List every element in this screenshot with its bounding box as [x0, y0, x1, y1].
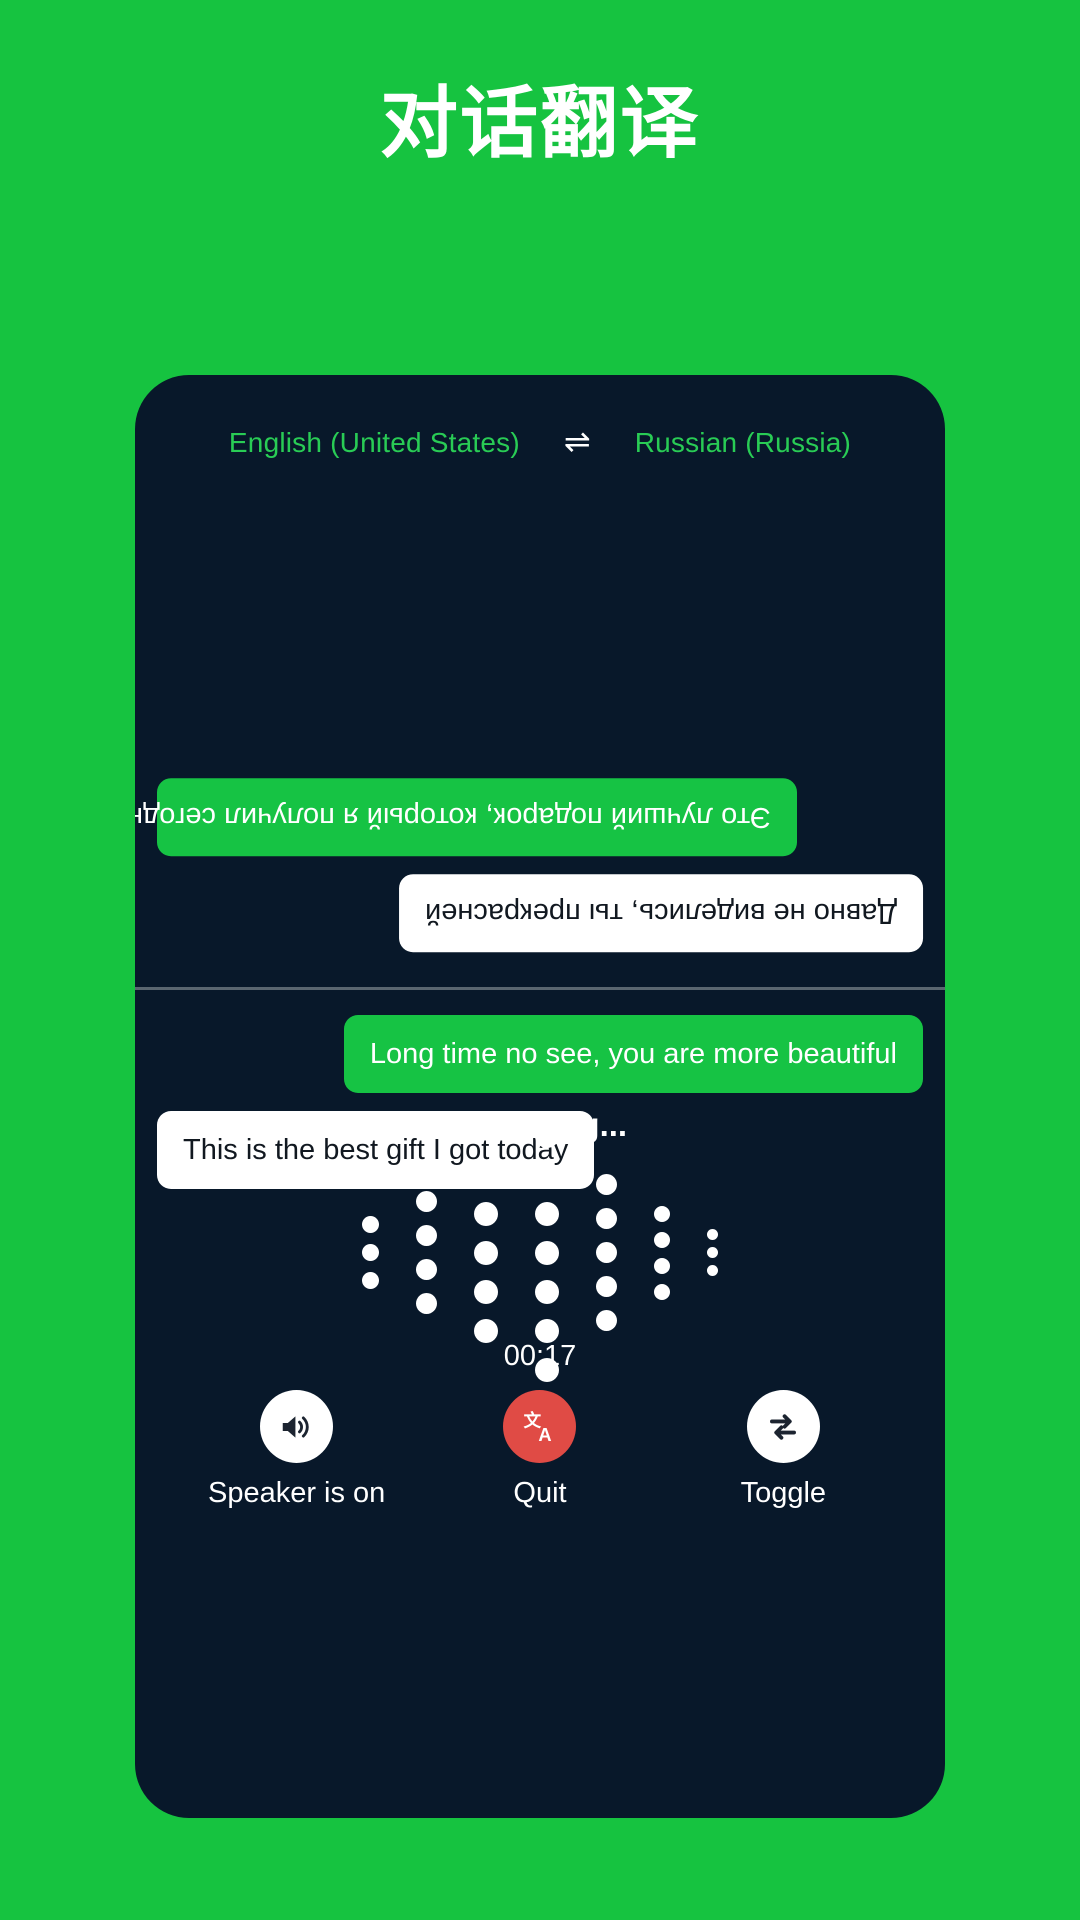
waveform-dot — [416, 1293, 437, 1314]
page-title: 对话翻译 — [379, 79, 700, 169]
waveform-dot — [474, 1279, 498, 1304]
waveform-dot — [362, 1272, 379, 1289]
pane-divider — [135, 987, 945, 990]
waveform-dot — [474, 1318, 498, 1343]
control-bar: Speaker is on 文 A Quit Toggle — [135, 1390, 945, 1510]
conversation-pane-top: Это лучший подарок, который я получил се… — [135, 485, 945, 988]
waveform-dot — [474, 1201, 498, 1226]
phone-frame: English (United States) ⇌ Russian (Russi… — [135, 375, 945, 1818]
toggle-button-label: Toggle — [740, 1477, 827, 1509]
waveform-dot — [707, 1247, 718, 1258]
waveform-dot — [596, 1310, 617, 1331]
speaker-button-circle[interactable] — [260, 1390, 334, 1463]
toggle-button[interactable]: Toggle — [668, 1390, 898, 1510]
waveform-dot — [654, 1283, 670, 1300]
waveform-dot — [654, 1257, 670, 1274]
waveform-dot — [535, 1318, 559, 1343]
waveform-dot — [474, 1240, 498, 1265]
svg-text:A: A — [538, 1424, 551, 1445]
waveform-dot — [596, 1242, 617, 1263]
waveform-column-3 — [474, 1162, 498, 1343]
recording-timer: 00:17 — [503, 1340, 577, 1372]
speaker-on-icon — [278, 1408, 316, 1446]
language-bar: English (United States) ⇌ Russian (Russi… — [135, 425, 945, 459]
waveform-dot — [654, 1205, 670, 1222]
waveform-column-6 — [654, 1205, 670, 1300]
waveform-dot — [416, 1225, 437, 1246]
waveform-column-2 — [416, 1191, 437, 1314]
waveform-dot — [535, 1240, 559, 1265]
waveform-column-5 — [596, 1174, 617, 1331]
waveform-dot — [362, 1244, 379, 1261]
quit-button[interactable]: 文 A Quit — [425, 1390, 655, 1510]
message-bubble-english-1[interactable]: Long time no see, you are more beautiful — [343, 1015, 923, 1094]
translate-icon: 文 A — [520, 1407, 560, 1447]
waveform-dot — [474, 1162, 498, 1187]
message-bubble-russian-1[interactable]: Это лучший подарок, который я получил се… — [135, 777, 797, 856]
target-language-selector[interactable]: Russian (Russia) — [635, 427, 851, 459]
waveform-dot — [596, 1208, 617, 1229]
quit-button-label: Quit — [513, 1477, 567, 1509]
waveform-dot — [535, 1201, 559, 1226]
waveform-dot — [535, 1279, 559, 1304]
speaker-button[interactable]: Speaker is on — [182, 1390, 412, 1510]
audio-waveform — [135, 1123, 945, 1382]
swap-horizontal-icon[interactable]: ⇌ — [564, 425, 591, 457]
source-language-selector[interactable]: English (United States) — [229, 427, 520, 459]
waveform-dot — [707, 1265, 718, 1276]
waveform-column-7 — [707, 1229, 718, 1276]
message-row: Давно не виделись, ты прекрасней — [157, 873, 923, 970]
waveform-dot — [596, 1174, 617, 1195]
speaker-button-label: Speaker is on — [207, 1477, 386, 1509]
waveform-dot — [535, 1123, 559, 1148]
swap-arrows-icon — [764, 1408, 802, 1446]
message-bubble-russian-2[interactable]: Давно не виделись, ты прекрасней — [398, 873, 923, 952]
waveform-dot — [416, 1259, 437, 1280]
waveform-dot — [596, 1276, 617, 1297]
message-row: Long time no see, you are more beautiful — [157, 1015, 923, 1111]
waveform-dot — [416, 1191, 437, 1212]
waveform-column-1 — [362, 1216, 379, 1289]
waveform-dot — [707, 1229, 718, 1240]
waveform-dot — [362, 1216, 379, 1233]
quit-button-circle[interactable]: 文 A — [503, 1390, 577, 1463]
waveform-dot — [654, 1231, 670, 1248]
toggle-button-circle[interactable] — [746, 1390, 820, 1463]
waveform-dot — [535, 1162, 559, 1187]
message-row: Это лучший подарок, который я получил се… — [135, 777, 923, 874]
